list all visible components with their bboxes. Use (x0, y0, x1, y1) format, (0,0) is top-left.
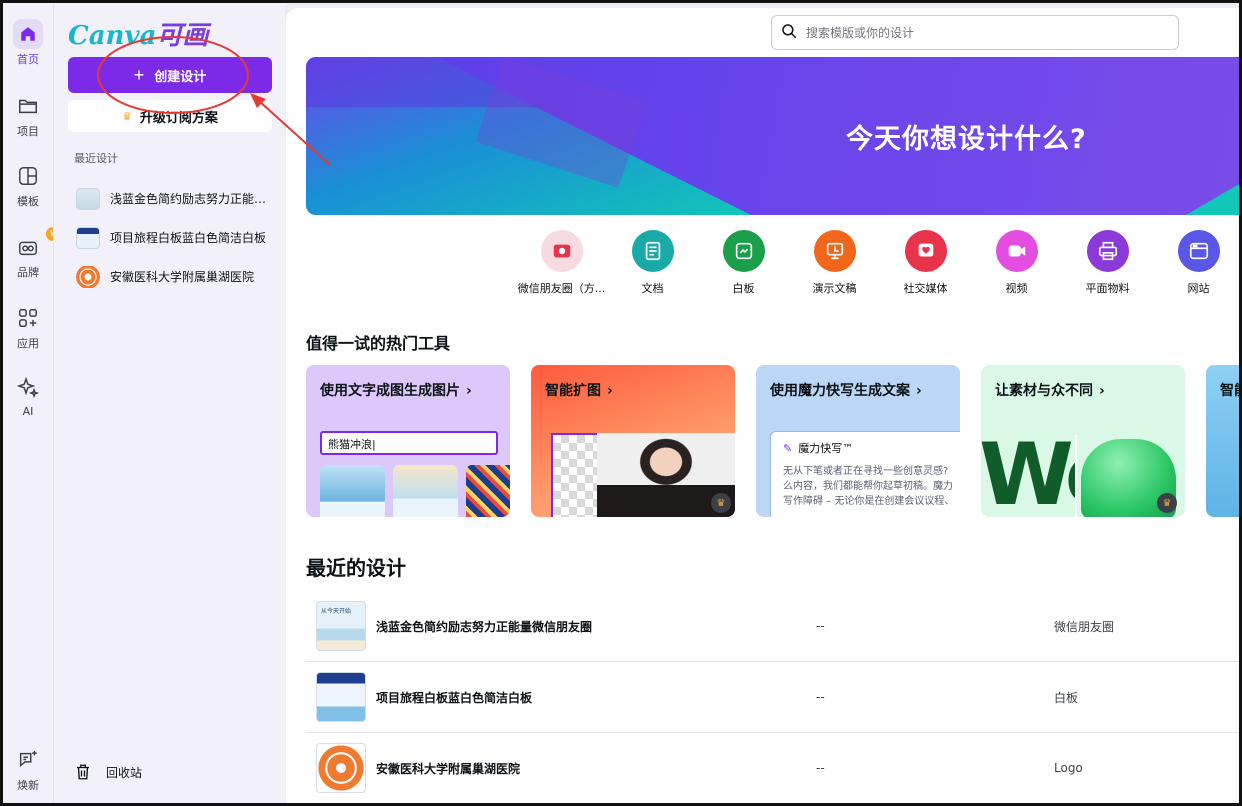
brand-icon: ♛ (13, 227, 60, 262)
design-thumbnail (316, 743, 366, 793)
chevron-right-icon: › (1099, 383, 1105, 399)
sparkle-icon (13, 373, 43, 403)
design-type-row: 微信朋友圈（方... 文档 白板 演示文稿 社交媒体 视频 平面物料 网站 (516, 230, 1242, 296)
rail-label: AI (22, 405, 34, 418)
table-row[interactable]: 项目旅程白板蓝白色简洁白板 -- 白板 (306, 662, 1242, 733)
search-icon (780, 22, 798, 44)
design-type: 白板 (1054, 690, 1079, 705)
sidebar: Canva可画 + 创建设计 ♛ 升级订阅方案 最近设计 浅蓝金色简约励志努力正… (53, 3, 285, 803)
design-thumbnail (76, 226, 100, 249)
hero-decoration (306, 57, 1242, 215)
recent-designs-title: 最近的设计 (306, 556, 406, 580)
template-icon (13, 161, 43, 191)
design-thumbnail (76, 187, 100, 210)
recent-item[interactable]: 浅蓝金色简约励志努力正能量微信朋友圈 (68, 179, 278, 218)
design-date: -- (816, 619, 825, 633)
whats-new-icon (13, 745, 43, 775)
design-date: -- (816, 761, 825, 775)
print-icon (1086, 230, 1129, 272)
rail-label: 焕新 (17, 779, 39, 792)
whiteboard-icon (722, 230, 765, 272)
design-thumbnail: 从今天开始 (316, 601, 366, 651)
tool-card-magic-write[interactable]: 使用魔力快写生成文案 › ✎ 魔力快写™ 无从下笔或者正在寻找一些创意灵感? 么内容… (756, 365, 960, 517)
video-icon (995, 230, 1038, 272)
rail-item-templates[interactable]: 模板 (3, 161, 53, 209)
rail-label: 首页 (17, 53, 39, 66)
wow-art: WoW! (981, 435, 1185, 517)
tool-card-style-effects[interactable]: 让素材与众不同› WoW! ♛ (981, 365, 1185, 517)
tool-card-text-to-image[interactable]: 使用文字成图生成图片 › 熊猫冲浪| (306, 365, 510, 517)
crown-icon: ♛ (1157, 493, 1177, 513)
design-thumbnail (76, 265, 100, 288)
wechat-moments-icon (540, 230, 583, 272)
design-name: 安徽医科大学附属巢湖医院 (376, 761, 521, 776)
rail-item-brand[interactable]: ♛ 品牌 (3, 227, 60, 280)
sample-image (466, 465, 510, 517)
magic-pen-icon: ✎ (783, 442, 793, 455)
rail-label: 模板 (17, 195, 39, 208)
rail-item-projects[interactable]: 项目 (3, 91, 53, 139)
design-type-website[interactable]: 网站 (1153, 230, 1242, 296)
canva-logo[interactable]: Canva可画 (68, 15, 208, 52)
rail-item-ai[interactable]: AI (3, 373, 53, 418)
table-row[interactable]: 安徽医科大学附属巢湖医院 -- Logo (306, 733, 1242, 804)
recent-designs-table: 从今天开始 浅蓝金色简约励志努力正能量微信朋友圈 -- 微信朋友圈 项目旅程白板… (306, 591, 1242, 804)
prompt-input: 熊猫冲浪| (320, 431, 498, 455)
design-type-wechat-moments[interactable]: 微信朋友圈（方... (516, 230, 607, 296)
rail-item-whats-new[interactable]: 焕新 (3, 745, 53, 793)
design-type: 微信朋友圈 (1054, 619, 1115, 634)
home-icon (13, 19, 43, 49)
rail-item-home[interactable]: 首页 (3, 19, 53, 67)
apps-icon (13, 303, 43, 333)
main-content: 今天你想设计什么? 微信朋友圈（方... 文档 白板 演示文稿 (286, 8, 1242, 806)
social-heart-icon (904, 230, 947, 272)
design-date: -- (816, 690, 825, 704)
rail-item-apps[interactable]: 应用 (3, 303, 53, 351)
plus-icon: + (133, 64, 145, 85)
sample-image (320, 465, 385, 517)
rail-label: 项目 (17, 125, 39, 138)
design-type-social-media[interactable]: 社交媒体 (880, 230, 971, 296)
website-icon (1177, 230, 1220, 272)
rail-label: 品牌 (17, 266, 39, 279)
rail-label: 应用 (17, 337, 39, 350)
tool-card-smart[interactable]: 智能 (1206, 365, 1242, 517)
nav-rail: 首页 项目 模板 ♛ 品牌 应用 AI 焕新 (3, 3, 60, 803)
search-input[interactable] (806, 25, 1166, 40)
design-type-presentation[interactable]: 演示文稿 (789, 230, 880, 296)
crown-icon: ♛ (122, 109, 132, 123)
trash-icon (74, 763, 92, 781)
recent-designs-list: 浅蓝金色简约励志努力正能量微信朋友圈 项目旅程白板蓝白色简洁白板 安徽医科大学附… (68, 179, 278, 296)
hot-tools-row: 使用文字成图生成图片 › 熊猫冲浪| 智能扩图 › ♛ 使用魔力快写生成文案 › ✎ 魔… (306, 365, 1242, 517)
presentation-icon (813, 230, 856, 272)
magic-write-panel: ✎ 魔力快写™ 无从下笔或者正在寻找一些创意灵感? 么内容，我们都能帮你起草初稿。… (770, 431, 960, 517)
design-type-print[interactable]: 平面物料 (1062, 230, 1153, 296)
recent-designs-label: 最近设计 (74, 152, 118, 165)
search-bar[interactable] (771, 15, 1179, 50)
upgrade-plan-button[interactable]: ♛ 升级订阅方案 (68, 100, 272, 132)
hot-tools-title: 值得一试的热门工具 (306, 334, 451, 353)
hero-title: 今天你想设计什么? (846, 124, 1087, 155)
sample-image (393, 465, 458, 517)
design-type-video[interactable]: 视频 (971, 230, 1062, 296)
chevron-right-icon: › (607, 383, 613, 399)
design-type: Logo (1054, 761, 1083, 775)
design-type-doc[interactable]: 文档 (607, 230, 698, 296)
table-row[interactable]: 从今天开始 浅蓝金色简约励志努力正能量微信朋友圈 -- 微信朋友圈 (306, 591, 1242, 662)
hero-banner: 今天你想设计什么? (306, 57, 1242, 215)
tool-card-magic-expand[interactable]: 智能扩图 › ♛ (531, 365, 735, 517)
trash-button[interactable]: 回收站 (68, 763, 142, 781)
design-type-whiteboard[interactable]: 白板 (698, 230, 789, 296)
doc-icon (631, 230, 674, 272)
chevron-right-icon: › (916, 383, 922, 399)
recent-item[interactable]: 项目旅程白板蓝白色简洁白板 (68, 218, 278, 257)
design-name: 浅蓝金色简约励志努力正能量微信朋友圈 (376, 619, 593, 634)
crown-icon: ♛ (711, 493, 731, 513)
design-name: 项目旅程白板蓝白色简洁白板 (376, 690, 533, 705)
recent-item[interactable]: 安徽医科大学附属巢湖医院 (68, 257, 278, 296)
chevron-right-icon: › (466, 383, 472, 399)
design-thumbnail (316, 672, 366, 722)
create-design-button[interactable]: + 创建设计 (68, 57, 272, 93)
folder-icon (13, 91, 43, 121)
